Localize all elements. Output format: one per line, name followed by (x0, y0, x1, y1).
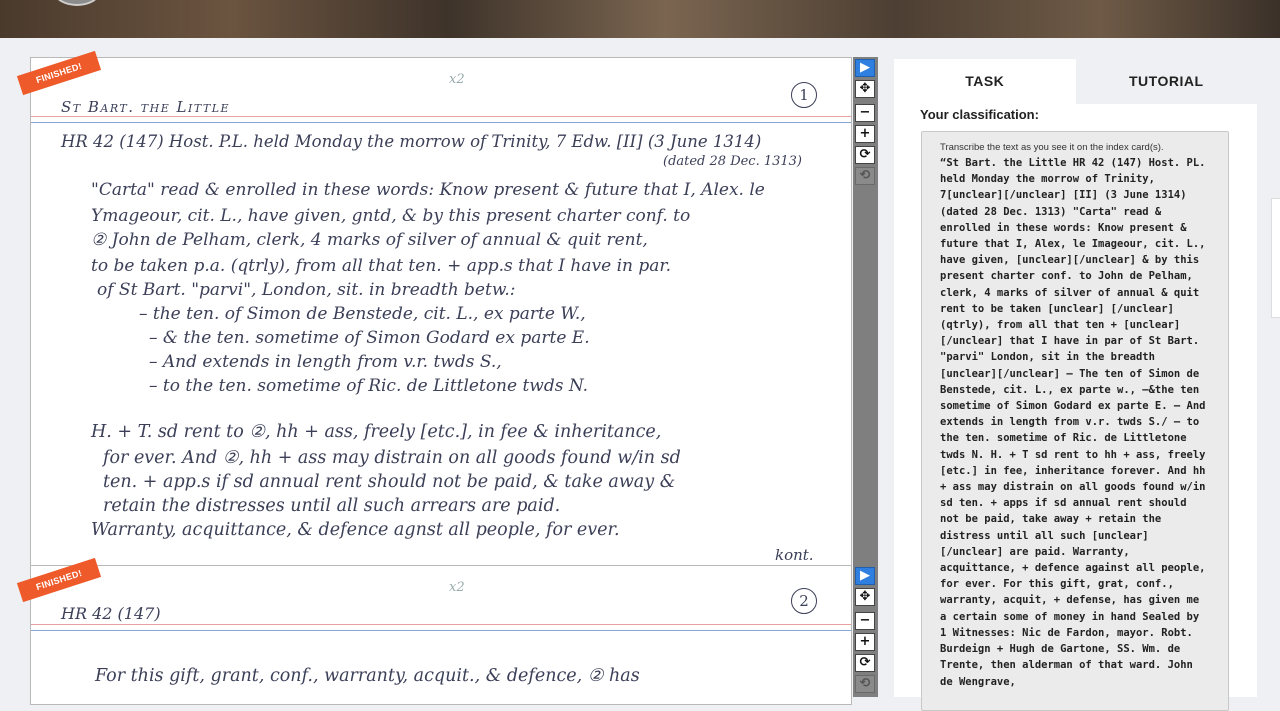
transcription-text[interactable]: “St Bart. the Little HR 42 (147) Host. P… (940, 155, 1210, 690)
zoom-out-button[interactable]: − (855, 104, 875, 122)
rotate-button[interactable]: ⟲ (855, 675, 875, 693)
card-line: ten. + app.s if sd annual rent should no… (103, 472, 676, 492)
card-topmark: x2 (449, 72, 465, 87)
card-line: HR 42 (147) Host. P.L. held Monday the m… (61, 132, 762, 151)
card-line: (dated 28 Dec. 1313) (663, 154, 803, 169)
card-line: "Carta" read & enrolled in these words: … (91, 180, 765, 200)
card-line: – & the ten. sometime of Simon Godard ex… (149, 328, 590, 348)
zoom-in-button[interactable]: + (855, 125, 875, 143)
card-line: to be taken p.a. (qtrly), from all that … (91, 256, 672, 276)
card-line: kont. (775, 546, 814, 564)
card-rule (31, 116, 851, 117)
card-line: – to the ten. sometime of Ric. de Little… (149, 376, 589, 396)
task-panel: TASK TUTORIAL Your classification: Trans… (894, 59, 1257, 711)
card-line: Warranty, acquittance, & defence agnst a… (91, 520, 620, 540)
card-toolbar-2: ▶ ✥ − + ⟳ ⟲ (853, 565, 878, 697)
card-line: Ymageour, cit. L., have given, gntd, & b… (91, 206, 691, 226)
transcription-instructions: Transcribe the text as you see it on the… (940, 142, 1164, 153)
card-heading: St Bart. the Little (61, 98, 231, 116)
classification-heading: Your classification: (920, 107, 1039, 122)
card-rule (31, 122, 851, 123)
card-line: – the ten. of Simon de Benstede, cit. L.… (139, 304, 586, 324)
rotate-button[interactable]: ⟲ (855, 167, 875, 185)
card-line: retain the distresses until all such arr… (103, 496, 561, 516)
card-topmark: x2 (449, 580, 465, 595)
panel-tabs: TASK TUTORIAL (894, 59, 1257, 104)
index-card-2: x2 2 HR 42 (147) For this gift, grant, c… (30, 565, 852, 705)
card-line: For this gift, grant, conf., warranty, a… (95, 666, 640, 686)
tab-tutorial[interactable]: TUTORIAL (1075, 59, 1257, 104)
reset-view-button[interactable]: ⟳ (855, 654, 875, 672)
card-line: H. + T. sd rent to ②, hh + ass, freely [… (91, 422, 662, 442)
card-toolbar-1: ▶ ✥ − + ⟳ ⟲ (853, 57, 878, 566)
card-line: – And extends in length from v.r. twds S… (149, 352, 502, 372)
classification-textbox[interactable]: Transcribe the text as you see it on the… (921, 131, 1229, 711)
card-page-number: 2 (791, 588, 817, 614)
zoom-out-button[interactable]: − (855, 612, 875, 630)
select-tool-button[interactable]: ▶ (855, 567, 875, 585)
zoom-in-button[interactable]: + (855, 633, 875, 651)
card-line: ② John de Pelham, clerk, 4 marks of silv… (91, 230, 648, 250)
header-banner (0, 0, 1280, 38)
reset-view-button[interactable]: ⟳ (855, 146, 875, 164)
card-heading: HR 42 (147) (61, 604, 161, 623)
card-page-number: 1 (791, 82, 817, 108)
user-avatar[interactable] (54, 0, 100, 6)
index-card-1: x2 1 St Bart. the Little HR 42 (147) Hos… (30, 57, 852, 566)
card-line: of St Bart. "parvi", London, sit. in bre… (97, 280, 516, 300)
select-tool-button[interactable]: ▶ (855, 59, 875, 77)
card-rule (31, 624, 851, 625)
card-rule (31, 630, 851, 631)
tab-task[interactable]: TASK (894, 59, 1076, 104)
move-tool-button[interactable]: ✥ (855, 588, 875, 606)
card-line: for ever. And ②, hh + ass may distrain o… (103, 448, 681, 468)
side-drawer-handle[interactable] (1271, 198, 1280, 318)
move-tool-button[interactable]: ✥ (855, 80, 875, 98)
